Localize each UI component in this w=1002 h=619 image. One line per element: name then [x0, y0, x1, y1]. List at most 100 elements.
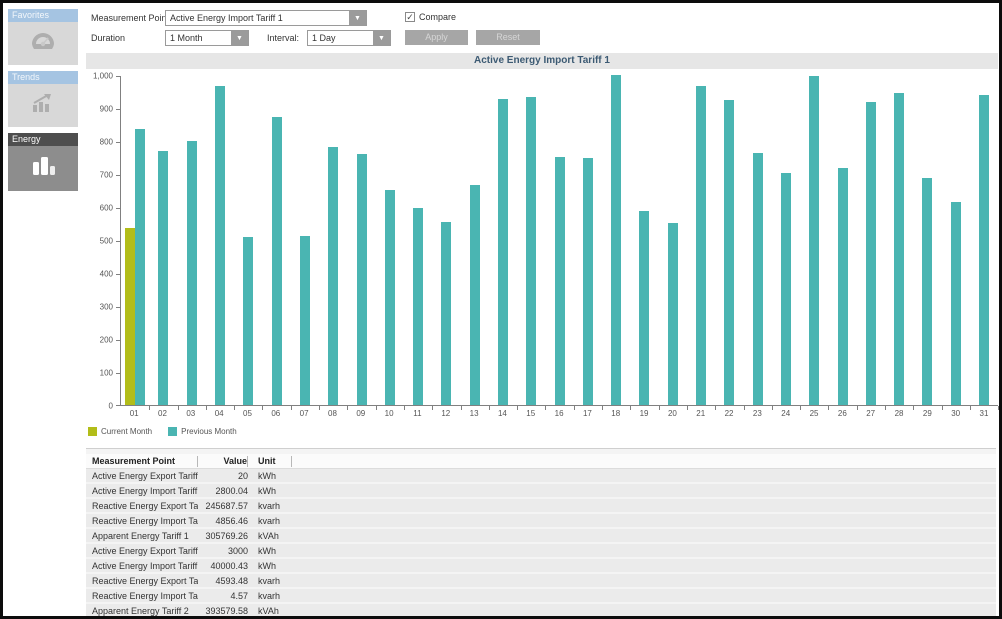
bar-previous-month-21[interactable] — [696, 86, 706, 405]
sidebar-item-energy[interactable]: Energy — [8, 133, 78, 191]
bar-previous-month-03[interactable] — [187, 141, 197, 405]
bar-previous-month-27[interactable] — [866, 102, 876, 405]
duration-dropdown[interactable]: 1 Month ▼ — [165, 30, 249, 46]
x-axis-label-24: 24 — [772, 406, 800, 418]
y-axis-tick — [116, 76, 120, 77]
bar-previous-month-02[interactable] — [158, 151, 168, 405]
table-row[interactable]: Active Energy Export Tariff 120kWh — [86, 469, 996, 482]
bar-previous-month-18[interactable] — [611, 75, 621, 405]
x-axis-label-15: 15 — [517, 406, 545, 418]
cell-value: 393579.58 — [198, 606, 248, 616]
sidebar: Favorites Trends — [8, 9, 78, 197]
bar-previous-month-25[interactable] — [809, 76, 819, 405]
cell-measurement-point: Active Energy Import Tariff 1 — [86, 486, 198, 496]
cell-value: 40000.43 — [198, 561, 248, 571]
cell-measurement-point: Reactive Energy Export Tariff 2 — [86, 576, 198, 586]
y-axis-tick-label: 200 — [100, 336, 113, 345]
chart-title: Active Energy Import Tariff 1 — [86, 53, 998, 69]
bar-previous-month-10[interactable] — [385, 190, 395, 405]
chart-day-23 — [744, 76, 772, 405]
bar-previous-month-14[interactable] — [498, 99, 508, 405]
trends-icon — [29, 92, 57, 119]
x-axis-label-05: 05 — [233, 406, 261, 418]
cell-unit: kWh — [248, 486, 292, 496]
bar-previous-month-17[interactable] — [583, 158, 593, 405]
y-axis-tick-label: 0 — [109, 402, 113, 411]
bar-previous-month-24[interactable] — [781, 173, 791, 405]
table-row[interactable]: Reactive Energy Import Tariff 24.57kvarh — [86, 589, 996, 602]
bar-previous-month-30[interactable] — [951, 202, 961, 405]
bar-previous-month-08[interactable] — [328, 147, 338, 405]
chevron-down-icon[interactable]: ▼ — [373, 31, 390, 45]
checkbox-check-icon[interactable]: ✓ — [405, 12, 415, 22]
sidebar-item-trends[interactable]: Trends — [8, 71, 78, 127]
cell-measurement-point: Active Energy Export Tariff 1 — [86, 471, 198, 481]
bar-previous-month-07[interactable] — [300, 236, 310, 405]
chart-day-04 — [206, 76, 234, 405]
measurement-point-label: Measurement Point — [91, 10, 169, 26]
bar-previous-month-13[interactable] — [470, 185, 480, 405]
interval-dropdown[interactable]: 1 Day ▼ — [307, 30, 391, 46]
column-header-unit[interactable]: Unit — [248, 456, 292, 467]
chart-day-08 — [319, 76, 347, 405]
chart-day-30 — [942, 76, 970, 405]
chevron-down-icon[interactable]: ▼ — [349, 11, 366, 25]
y-axis-tick-label: 700 — [100, 171, 113, 180]
column-header-measurement-point[interactable]: Measurement Point — [86, 456, 198, 467]
chart-day-14 — [489, 76, 517, 405]
y-axis-tick-label: 1,000 — [93, 72, 113, 81]
table-row[interactable]: Reactive Energy Import Tariff 14856.46kv… — [86, 514, 996, 527]
bar-previous-month-09[interactable] — [357, 154, 367, 405]
compare-checkbox[interactable]: ✓ Compare — [405, 12, 456, 22]
table-row[interactable]: Active Energy Export Tariff 23000kWh — [86, 544, 996, 557]
bar-previous-month-19[interactable] — [639, 211, 649, 405]
bar-previous-month-11[interactable] — [413, 208, 423, 405]
measurement-point-dropdown[interactable]: Active Energy Import Tariff 1 ▼ — [165, 10, 367, 26]
bar-previous-month-16[interactable] — [555, 157, 565, 405]
x-axis-label-19: 19 — [630, 406, 658, 418]
x-axis-label-31: 31 — [970, 406, 998, 418]
bar-previous-month-15[interactable] — [526, 97, 536, 405]
cell-value: 2800.04 — [198, 486, 248, 496]
bar-previous-month-23[interactable] — [753, 153, 763, 405]
table-row[interactable]: Reactive Energy Export Tariff 24593.48kv… — [86, 574, 996, 587]
duration-value: 1 Month — [166, 31, 231, 45]
bar-previous-month-04[interactable] — [215, 86, 225, 405]
bar-previous-month-29[interactable] — [922, 178, 932, 405]
column-header-value[interactable]: Value — [198, 456, 248, 467]
legend-item-previous-month: Previous Month — [168, 427, 237, 436]
table-row[interactable]: Reactive Energy Export Tariff 1245687.57… — [86, 499, 996, 512]
table-row[interactable]: Apparent Energy Tariff 1305769.26kVAh — [86, 529, 996, 542]
sidebar-item-label: Trends — [8, 71, 78, 84]
bar-current-month-01[interactable] — [125, 228, 135, 405]
bar-previous-month-26[interactable] — [838, 168, 848, 405]
chart-day-20 — [659, 76, 687, 405]
apply-button[interactable]: Apply — [405, 30, 468, 45]
table-row[interactable]: Apparent Energy Tariff 2393579.58kVAh — [86, 604, 996, 617]
x-axis-label-22: 22 — [715, 406, 743, 418]
x-axis-label-13: 13 — [460, 406, 488, 418]
bar-previous-month-20[interactable] — [668, 223, 678, 405]
y-axis-tick-label: 800 — [100, 138, 113, 147]
bar-previous-month-31[interactable] — [979, 95, 989, 405]
bar-previous-month-12[interactable] — [441, 222, 451, 405]
reset-button[interactable]: Reset — [476, 30, 540, 45]
chevron-down-icon[interactable]: ▼ — [231, 31, 248, 45]
table-row[interactable]: Active Energy Import Tariff 240000.43kWh — [86, 559, 996, 572]
bar-previous-month-22[interactable] — [724, 100, 734, 405]
table-row[interactable]: Active Energy Import Tariff 12800.04kWh — [86, 484, 996, 497]
bar-previous-month-05[interactable] — [243, 237, 253, 405]
cell-unit: kvarh — [248, 576, 292, 586]
duration-label: Duration — [91, 30, 125, 46]
sidebar-item-favorites[interactable]: Favorites — [8, 9, 78, 65]
chart-day-02 — [149, 76, 177, 405]
bar-previous-month-06[interactable] — [272, 117, 282, 405]
bar-previous-month-28[interactable] — [894, 93, 904, 405]
chart-day-10 — [376, 76, 404, 405]
cell-unit: kvarh — [248, 501, 292, 511]
legend-label: Previous Month — [181, 427, 237, 436]
cell-measurement-point: Apparent Energy Tariff 2 — [86, 606, 198, 616]
measurement-point-value: Active Energy Import Tariff 1 — [166, 11, 349, 25]
bar-previous-month-01[interactable] — [135, 129, 145, 405]
legend-item-current-month: Current Month — [88, 427, 152, 436]
